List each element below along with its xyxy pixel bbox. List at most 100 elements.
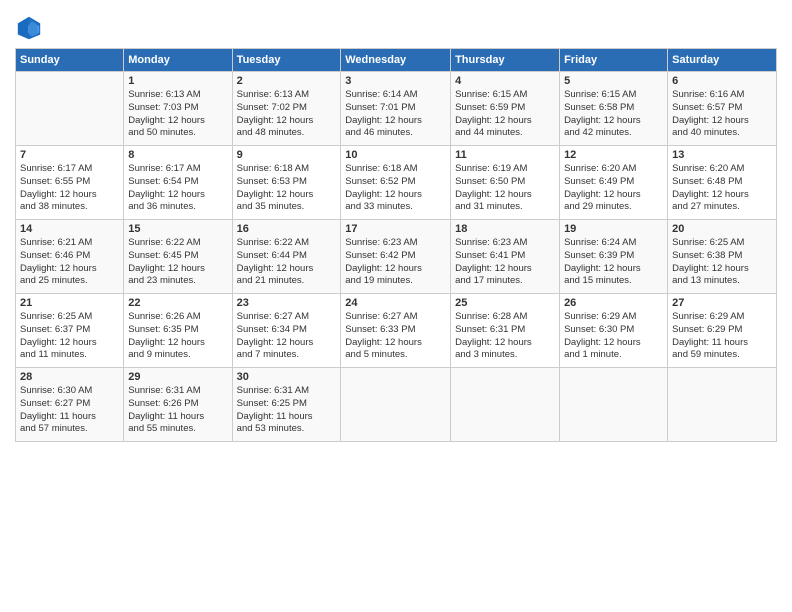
day-number: 27 [672,297,772,309]
day-number: 30 [237,371,337,383]
day-number: 25 [455,297,555,309]
calendar-cell: 4 Sunrise: 6:15 AM Sunset: 6:59 PM Daylig… [451,72,560,146]
calendar-cell: 27 Sunrise: 6:29 AM Sunset: 6:29 PM Dayli… [668,294,777,368]
page-container: SundayMondayTuesdayWednesdayThursdayFrid… [0,0,792,452]
calendar-cell: 14 Sunrise: 6:21 AM Sunset: 6:46 PM Dayli… [16,220,124,294]
calendar-cell [451,368,560,442]
day-info: Sunrise: 6:16 AM Sunset: 6:57 PM Dayligh… [672,89,772,140]
calendar-cell: 12 Sunrise: 6:20 AM Sunset: 6:49 PM Dayli… [560,146,668,220]
col-header-sunday: Sunday [16,49,124,72]
day-number: 17 [345,223,446,235]
calendar-cell: 22Sunrise: 6:26 AM Sunset: 6:35 PM Dayli… [124,294,232,368]
day-info: Sunrise: 6:17 AM Sunset: 6:54 PM Dayligh… [128,163,227,214]
day-number: 8 [128,149,227,161]
calendar-cell: 28 Sunrise: 6:30 AM Sunset: 6:27 PM Dayli… [16,368,124,442]
calendar-cell: 16Sunrise: 6:22 AM Sunset: 6:44 PM Dayli… [232,220,341,294]
day-info: Sunrise: 6:25 AM Sunset: 6:37 PM Dayligh… [20,311,119,362]
day-number: 14 [20,223,119,235]
col-header-friday: Friday [560,49,668,72]
day-number: 10 [345,149,446,161]
day-info: Sunrise: 6:19 AM Sunset: 6:50 PM Dayligh… [455,163,555,214]
calendar-cell: 9Sunrise: 6:18 AM Sunset: 6:53 PM Daylig… [232,146,341,220]
day-info: Sunrise: 6:14 AM Sunset: 7:01 PM Dayligh… [345,89,446,140]
day-number: 2 [237,75,337,87]
day-info: Sunrise: 6:20 AM Sunset: 6:49 PM Dayligh… [564,163,663,214]
day-info: Sunrise: 6:17 AM Sunset: 6:55 PM Dayligh… [20,163,119,214]
day-number: 13 [672,149,772,161]
calendar-cell: 10 Sunrise: 6:18 AM Sunset: 6:52 PM Dayli… [341,146,451,220]
calendar-cell [16,72,124,146]
day-number: 26 [564,297,663,309]
calendar-cell: 7 Sunrise: 6:17 AM Sunset: 6:55 PM Daylig… [16,146,124,220]
day-info: Sunrise: 6:22 AM Sunset: 6:44 PM Dayligh… [237,237,337,288]
day-number: 1 [128,75,227,87]
day-info: Sunrise: 6:28 AM Sunset: 6:31 PM Dayligh… [455,311,555,362]
day-info: Sunrise: 6:27 AM Sunset: 6:34 PM Dayligh… [237,311,337,362]
logo [15,14,45,42]
calendar-cell: 18 Sunrise: 6:23 AM Sunset: 6:41 PM Dayli… [451,220,560,294]
calendar-cell: 8 Sunrise: 6:17 AM Sunset: 6:54 PM Daylig… [124,146,232,220]
day-number: 23 [237,297,337,309]
calendar-cell: 15Sunrise: 6:22 AM Sunset: 6:45 PM Dayli… [124,220,232,294]
week-row-3: 14 Sunrise: 6:21 AM Sunset: 6:46 PM Dayli… [16,220,777,294]
week-row-2: 7 Sunrise: 6:17 AM Sunset: 6:55 PM Daylig… [16,146,777,220]
day-number: 4 [455,75,555,87]
day-number: 22 [128,297,227,309]
week-row-4: 21 Sunrise: 6:25 AM Sunset: 6:37 PM Dayli… [16,294,777,368]
day-info: Sunrise: 6:13 AM Sunset: 7:03 PM Dayligh… [128,89,227,140]
day-number: 15 [128,223,227,235]
calendar-cell: 1 Sunrise: 6:13 AM Sunset: 7:03 PM Daylig… [124,72,232,146]
day-number: 20 [672,223,772,235]
day-info: Sunrise: 6:29 AM Sunset: 6:29 PM Dayligh… [672,311,772,362]
day-info: Sunrise: 6:30 AM Sunset: 6:27 PM Dayligh… [20,385,119,436]
day-number: 21 [20,297,119,309]
day-info: Sunrise: 6:18 AM Sunset: 6:52 PM Dayligh… [345,163,446,214]
day-info: Sunrise: 6:20 AM Sunset: 6:48 PM Dayligh… [672,163,772,214]
day-number: 12 [564,149,663,161]
calendar-cell: 21 Sunrise: 6:25 AM Sunset: 6:37 PM Dayli… [16,294,124,368]
day-info: Sunrise: 6:27 AM Sunset: 6:33 PM Dayligh… [345,311,446,362]
calendar-cell: 2 Sunrise: 6:13 AM Sunset: 7:02 PM Daylig… [232,72,341,146]
day-info: Sunrise: 6:13 AM Sunset: 7:02 PM Dayligh… [237,89,337,140]
day-info: Sunrise: 6:15 AM Sunset: 6:59 PM Dayligh… [455,89,555,140]
col-header-thursday: Thursday [451,49,560,72]
week-row-5: 28 Sunrise: 6:30 AM Sunset: 6:27 PM Dayli… [16,368,777,442]
calendar-table: SundayMondayTuesdayWednesdayThursdayFrid… [15,48,777,442]
day-number: 28 [20,371,119,383]
col-header-saturday: Saturday [668,49,777,72]
calendar-cell: 25 Sunrise: 6:28 AM Sunset: 6:31 PM Dayli… [451,294,560,368]
day-info: Sunrise: 6:25 AM Sunset: 6:38 PM Dayligh… [672,237,772,288]
day-number: 6 [672,75,772,87]
calendar-cell: 23 Sunrise: 6:27 AM Sunset: 6:34 PM Dayli… [232,294,341,368]
day-info: Sunrise: 6:31 AM Sunset: 6:26 PM Dayligh… [128,385,227,436]
calendar-cell: 29 Sunrise: 6:31 AM Sunset: 6:26 PM Dayli… [124,368,232,442]
day-info: Sunrise: 6:23 AM Sunset: 6:41 PM Dayligh… [455,237,555,288]
col-header-tuesday: Tuesday [232,49,341,72]
calendar-cell [560,368,668,442]
calendar-body: 1 Sunrise: 6:13 AM Sunset: 7:03 PM Daylig… [16,72,777,442]
day-number: 7 [20,149,119,161]
calendar-cell: 20 Sunrise: 6:25 AM Sunset: 6:38 PM Dayli… [668,220,777,294]
day-number: 11 [455,149,555,161]
day-number: 19 [564,223,663,235]
calendar-cell: 3Sunrise: 6:14 AM Sunset: 7:01 PM Daylig… [341,72,451,146]
calendar-cell [668,368,777,442]
col-header-monday: Monday [124,49,232,72]
day-info: Sunrise: 6:21 AM Sunset: 6:46 PM Dayligh… [20,237,119,288]
day-info: Sunrise: 6:29 AM Sunset: 6:30 PM Dayligh… [564,311,663,362]
calendar-cell: 6 Sunrise: 6:16 AM Sunset: 6:57 PM Daylig… [668,72,777,146]
calendar-cell: 19 Sunrise: 6:24 AM Sunset: 6:39 PM Dayli… [560,220,668,294]
calendar-cell: 26 Sunrise: 6:29 AM Sunset: 6:30 PM Dayli… [560,294,668,368]
day-info: Sunrise: 6:15 AM Sunset: 6:58 PM Dayligh… [564,89,663,140]
page-header [15,10,777,42]
day-number: 9 [237,149,337,161]
calendar-cell: 13 Sunrise: 6:20 AM Sunset: 6:48 PM Dayli… [668,146,777,220]
calendar-cell: 11 Sunrise: 6:19 AM Sunset: 6:50 PM Dayli… [451,146,560,220]
day-info: Sunrise: 6:24 AM Sunset: 6:39 PM Dayligh… [564,237,663,288]
day-info: Sunrise: 6:31 AM Sunset: 6:25 PM Dayligh… [237,385,337,436]
day-info: Sunrise: 6:23 AM Sunset: 6:42 PM Dayligh… [345,237,446,288]
calendar-cell: 5Sunrise: 6:15 AM Sunset: 6:58 PM Daylig… [560,72,668,146]
day-number: 18 [455,223,555,235]
day-number: 29 [128,371,227,383]
col-header-wednesday: Wednesday [341,49,451,72]
